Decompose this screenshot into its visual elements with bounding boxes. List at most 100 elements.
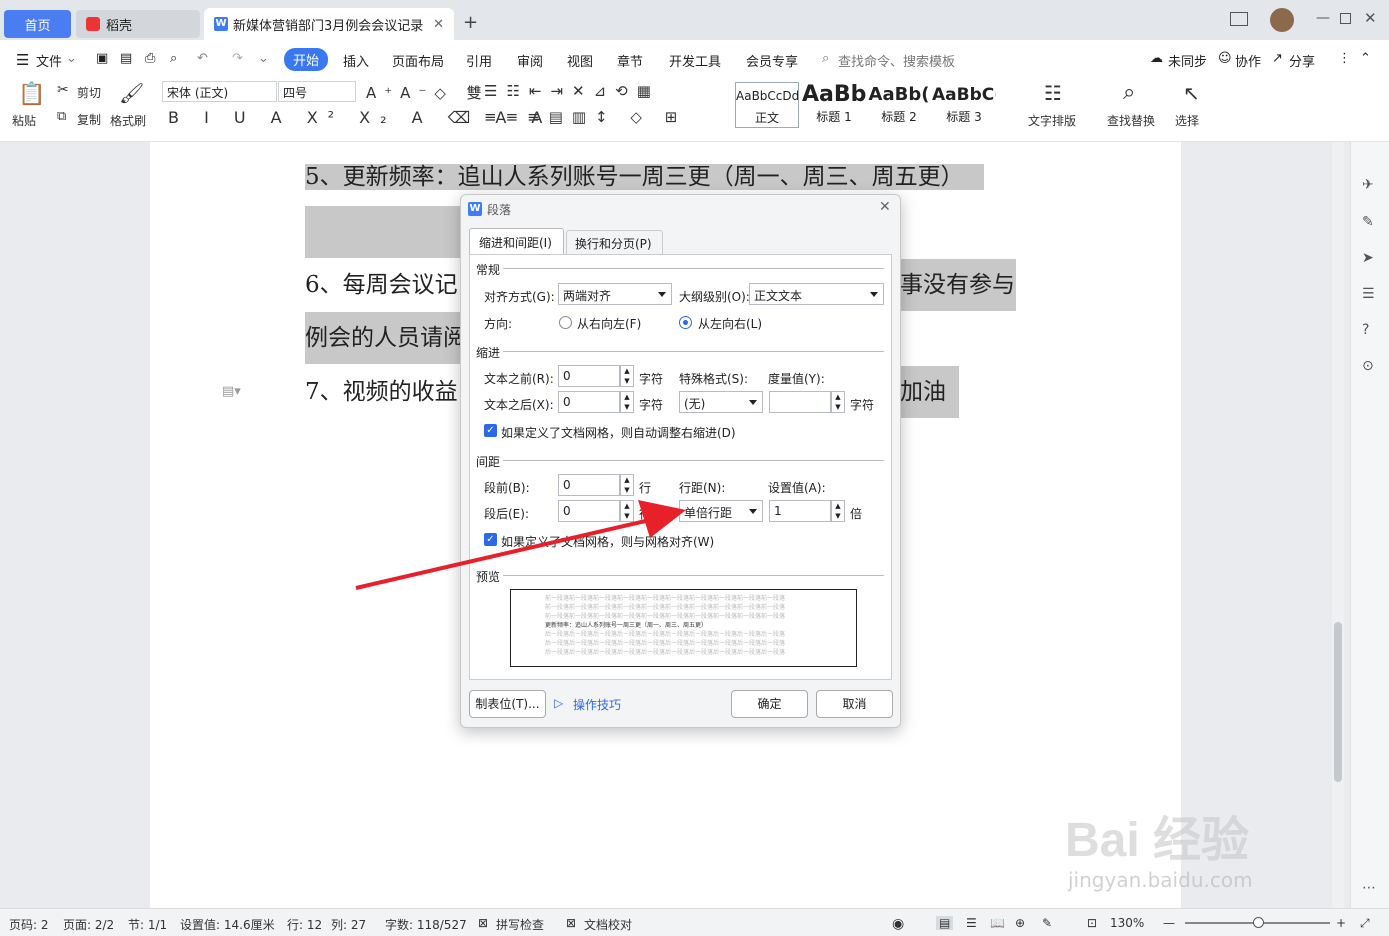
font-family-select[interactable]: 宋体 (正文) bbox=[162, 81, 277, 102]
eye-icon[interactable]: ◉ bbox=[892, 916, 904, 932]
collapse-ribbon-icon[interactable]: ⌃ bbox=[1360, 51, 1371, 66]
tab-document[interactable]: W 新媒体营销部门3月例会会议记录 ✕ bbox=[204, 8, 454, 40]
style-heading1[interactable]: AaBb 标题 1 bbox=[802, 82, 866, 128]
format-painter-button[interactable]: 格式刷 bbox=[110, 112, 146, 129]
close-tab-icon[interactable]: ✕ bbox=[433, 17, 444, 32]
more-menu-icon[interactable]: ⋮ bbox=[1338, 51, 1351, 66]
status-page[interactable]: 页码: 2 bbox=[9, 916, 49, 933]
fit-icon[interactable]: ⊡ bbox=[1087, 916, 1097, 930]
select-icon[interactable]: ↖ bbox=[1183, 81, 1200, 105]
menu-view[interactable]: 视图 bbox=[567, 51, 593, 70]
scroll-thumb[interactable] bbox=[1334, 622, 1342, 782]
status-setting[interactable]: 设置值: 14.6厘米 bbox=[180, 916, 275, 933]
align-select[interactable]: 两端对齐 bbox=[558, 283, 672, 305]
cut-button[interactable]: 剪切 bbox=[77, 84, 101, 101]
chevron-down-icon[interactable]: ⌄ bbox=[66, 51, 77, 66]
print-icon[interactable]: ⎙ bbox=[145, 51, 155, 66]
rtl-label[interactable]: 从右向左(F) bbox=[577, 315, 641, 332]
save-icon[interactable]: ▣ bbox=[96, 51, 108, 66]
tips-icon[interactable]: ▷ bbox=[554, 696, 563, 710]
line-spacing-select[interactable]: 单倍行距 bbox=[679, 500, 763, 522]
doc-line-7-end[interactable]: 加油 bbox=[900, 366, 959, 418]
status-row[interactable]: 行: 12 bbox=[287, 916, 322, 933]
doc-line-6-end[interactable]: 事没有参与 bbox=[900, 259, 1016, 311]
dialog-close-icon[interactable]: ✕ bbox=[879, 199, 891, 215]
after-text-unit[interactable]: 字符 bbox=[639, 396, 663, 413]
menu-review[interactable]: 审阅 bbox=[517, 51, 543, 70]
export-icon[interactable]: ▤ bbox=[120, 51, 132, 66]
menu-layout[interactable]: 页面布局 bbox=[392, 51, 444, 70]
cursor-icon[interactable]: ➤ bbox=[1362, 250, 1374, 266]
measure-unit[interactable]: 字符 bbox=[850, 396, 874, 413]
pen-icon[interactable]: ✎ bbox=[1362, 214, 1374, 230]
grid-indent-checkbox[interactable]: ✓ bbox=[484, 424, 497, 437]
unsync-label[interactable]: 未同步 bbox=[1168, 51, 1207, 70]
outline-view-icon[interactable]: ☰ bbox=[966, 916, 977, 930]
avatar[interactable] bbox=[1270, 8, 1294, 32]
status-pages[interactable]: 页面: 2/2 bbox=[63, 916, 114, 933]
page-view-icon[interactable]: ▤ bbox=[936, 916, 954, 930]
special-format-select[interactable]: (无) bbox=[679, 391, 763, 413]
font-size-select[interactable]: 四号 bbox=[278, 81, 356, 102]
menu-start[interactable]: 开始 bbox=[284, 48, 329, 71]
after-text-input[interactable]: 0 bbox=[558, 391, 620, 413]
outline-select[interactable]: 正文文本 bbox=[749, 283, 884, 305]
after-text-spinner[interactable]: ▲ ▼ bbox=[620, 391, 634, 413]
undo-icon[interactable]: ↶ bbox=[197, 51, 208, 66]
menu-chapter[interactable]: 章节 bbox=[617, 51, 643, 70]
doc-line-6-cont[interactable]: 例会的人员请阅 bbox=[305, 312, 466, 364]
menu-member[interactable]: 会员专享 bbox=[746, 51, 798, 70]
find-replace-button[interactable]: 查找替换 bbox=[1107, 112, 1155, 129]
web-view-icon[interactable]: ⊕ bbox=[1015, 916, 1025, 930]
format-painter-icon[interactable]: 🖌 bbox=[119, 81, 144, 105]
rtl-radio[interactable] bbox=[559, 316, 572, 329]
preview-icon[interactable]: ⌕ bbox=[170, 51, 177, 66]
status-section[interactable]: 节: 1/1 bbox=[128, 916, 167, 933]
text-layout-icon[interactable]: ☷ bbox=[1044, 81, 1062, 105]
more-icon[interactable]: ⌄ bbox=[258, 51, 269, 66]
grid-indent-label[interactable]: 如果定义了文档网格，则自动调整右缩进(D) bbox=[501, 424, 736, 441]
zoom-slider-handle[interactable] bbox=[1253, 917, 1264, 928]
doc-line-6[interactable]: 6、每周会议记 bbox=[305, 259, 458, 311]
paragraph-marker-icon[interactable]: ▤▾ bbox=[222, 384, 241, 399]
more-dots-icon[interactable]: ⋯ bbox=[1362, 880, 1376, 896]
find-icon[interactable]: ⌕ bbox=[1123, 80, 1135, 105]
sliders-icon[interactable]: ☰ bbox=[1362, 286, 1375, 302]
robot-icon[interactable]: ⊙ bbox=[1362, 358, 1374, 374]
copy-button[interactable]: 复制 bbox=[77, 111, 101, 128]
measure-input[interactable] bbox=[769, 391, 831, 413]
ltr-label[interactable]: 从左向右(L) bbox=[698, 315, 762, 332]
status-words[interactable]: 字数: 118/527 bbox=[385, 916, 467, 933]
menu-devtools[interactable]: 开发工具 bbox=[669, 51, 721, 70]
pen-view-icon[interactable]: ✎ bbox=[1042, 916, 1052, 930]
text-layout-button[interactable]: 文字排版 bbox=[1028, 112, 1076, 129]
set-value-spinner[interactable]: ▲ ▼ bbox=[831, 500, 845, 522]
copy-icon[interactable]: ⧉ bbox=[57, 109, 66, 124]
paragraph-icons-top[interactable]: ☰☷⇤⇥✕⊿⟲▦ bbox=[484, 82, 660, 100]
before-text-input[interactable]: 0 bbox=[558, 365, 620, 387]
close-window-icon[interactable]: ✕ bbox=[1364, 9, 1377, 27]
zoom-in-icon[interactable]: + bbox=[1336, 916, 1346, 930]
paste-icon[interactable]: 📋 bbox=[18, 82, 45, 107]
menu-reference[interactable]: 引用 bbox=[466, 51, 492, 70]
paragraph-icons-bottom[interactable]: ≡≡≡▤▥↕ ◇ ⊞ bbox=[484, 108, 686, 126]
maximize-icon[interactable] bbox=[1340, 13, 1351, 24]
style-heading3[interactable]: AaBbC(标题 3 bbox=[932, 82, 996, 128]
status-col[interactable]: 列: 27 bbox=[331, 916, 366, 933]
tab-line-page-break[interactable]: 换行和分页(P) bbox=[566, 230, 663, 254]
share-label[interactable]: 分享 bbox=[1289, 51, 1315, 70]
tab-daoke[interactable]: 稻壳 bbox=[76, 10, 200, 38]
vertical-scrollbar[interactable] bbox=[1332, 142, 1344, 908]
font-format-icons[interactable]: A⁺A⁻◇ 雙 bbox=[366, 82, 490, 103]
help-icon[interactable]: ? bbox=[1362, 322, 1369, 338]
ok-button[interactable]: 确定 bbox=[731, 690, 808, 718]
fullscreen-icon[interactable]: ⤢ bbox=[1360, 916, 1370, 931]
before-text-spinner[interactable]: ▲ ▼ bbox=[620, 365, 634, 387]
new-tab-button[interactable]: + bbox=[463, 12, 478, 33]
tips-link[interactable]: 操作技巧 bbox=[573, 696, 621, 713]
menu-file[interactable]: 文件 bbox=[36, 51, 62, 70]
zoom-slider[interactable] bbox=[1185, 917, 1330, 928]
search-icon[interactable]: ⌕ bbox=[822, 51, 829, 66]
collab-label[interactable]: 协作 bbox=[1235, 51, 1261, 70]
measure-spinner[interactable]: ▲ ▼ bbox=[831, 391, 845, 413]
